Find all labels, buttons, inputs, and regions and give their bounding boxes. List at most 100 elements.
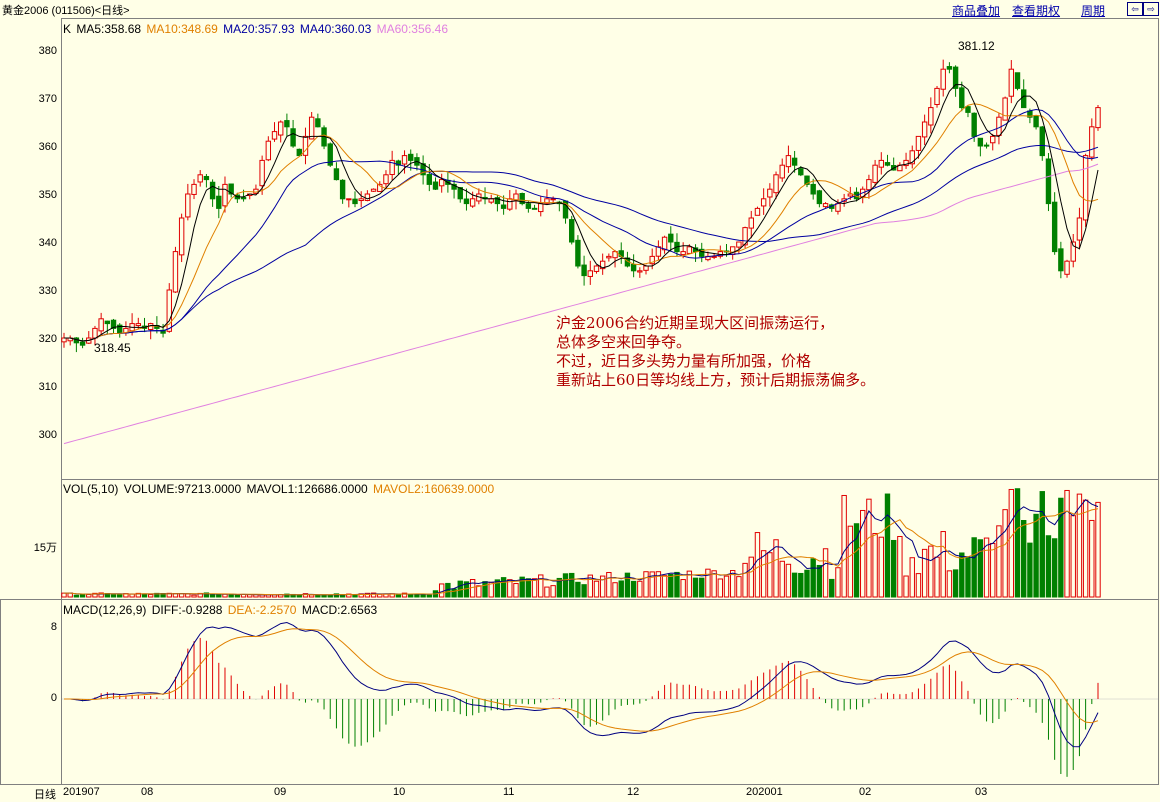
- candle-body: [271, 131, 278, 140]
- volume-bar: [550, 585, 556, 598]
- candle-body: [507, 198, 513, 210]
- legend-ma5: MA5:358.68: [76, 22, 142, 36]
- volume-bar: [791, 572, 798, 598]
- volume-bar: [952, 569, 959, 598]
- volume-bar: [798, 572, 804, 598]
- candle-body: [1008, 68, 1015, 97]
- volume-bar: [79, 594, 86, 598]
- kline-chart[interactable]: [0, 0, 1160, 800]
- volume-bar: [1027, 542, 1033, 598]
- candle-body: [370, 188, 377, 192]
- candle-body: [209, 181, 216, 200]
- volume-bar: [717, 578, 724, 598]
- volume-bar: [990, 542, 996, 598]
- candle-body: [469, 198, 476, 207]
- x-tick: 02: [859, 786, 872, 798]
- volume-bar: [742, 562, 748, 598]
- volume-bar: [222, 593, 228, 598]
- ma10-line: [64, 103, 1099, 342]
- volume-bar: [414, 594, 420, 598]
- legend-macd-name: MACD(12,26,9): [63, 603, 147, 617]
- candle-body: [606, 255, 612, 259]
- volume-bar: [705, 568, 711, 598]
- volume-bar: [779, 560, 785, 598]
- volume-bar: [959, 552, 965, 598]
- candle-body: [98, 318, 104, 332]
- volume-bar: [544, 586, 550, 598]
- volume-bar: [451, 588, 457, 598]
- candle-body: [408, 153, 414, 161]
- candle-body: [680, 251, 686, 256]
- volume-bar: [209, 594, 216, 598]
- volume-bar: [829, 578, 835, 598]
- volume-bar: [525, 578, 532, 598]
- candle-body: [222, 183, 228, 207]
- volume-bar: [692, 577, 699, 598]
- candle-body: [1058, 248, 1064, 272]
- volume-bar: [110, 594, 117, 598]
- candle-body: [346, 198, 352, 201]
- candle-body: [191, 183, 197, 195]
- volume-bar: [476, 585, 482, 598]
- volume-bar: [569, 572, 575, 598]
- candle-body: [1039, 126, 1045, 157]
- volume-bar: [878, 536, 884, 598]
- candle-body: [79, 341, 86, 346]
- candle-body: [1082, 155, 1089, 221]
- candle-body: [92, 327, 98, 339]
- candle-body: [352, 198, 358, 205]
- legend-vol: VOL(5,10): [63, 482, 119, 496]
- volume-bar: [1002, 509, 1008, 598]
- volume-bar: [191, 594, 197, 598]
- candle-body: [513, 193, 519, 201]
- ma40-line: [64, 144, 1099, 342]
- volume-bar: [1033, 513, 1039, 598]
- volume-bar: [457, 580, 463, 598]
- candle-body: [339, 179, 346, 200]
- volume-bar: [1051, 538, 1058, 598]
- candle-body: [866, 179, 872, 191]
- volume-bar: [835, 567, 841, 598]
- volume-bar: [928, 545, 934, 598]
- candle-body: [630, 263, 637, 272]
- volume-bar: [308, 594, 315, 598]
- candle-body: [785, 155, 792, 168]
- volume-bar: [637, 580, 643, 598]
- volume-bar: [661, 575, 668, 598]
- x-axis: 201907 08 09 10 11 12 202001 02 03: [61, 784, 1159, 800]
- x-tick: 12: [627, 786, 640, 798]
- volume-bar: [185, 593, 191, 598]
- volume-bar: [1014, 488, 1021, 598]
- candle-body: [946, 66, 953, 70]
- legend-macd: MACD:2.6563: [301, 603, 378, 617]
- volume-bar: [575, 581, 581, 598]
- candle-body: [531, 207, 538, 210]
- candle-body: [835, 203, 841, 212]
- volume-bar: [593, 580, 600, 598]
- volume-bar: [513, 583, 519, 598]
- x-tick: 03: [975, 786, 988, 798]
- candle-body: [816, 190, 823, 205]
- volume-bar: [426, 594, 433, 598]
- candle-body: [1076, 217, 1083, 241]
- macd-legend: MACD(12,26,9) DIFF:-0.9288 DEA:-2.2570 M…: [63, 603, 379, 617]
- annotation-line: 总体多空来回争夺。: [556, 333, 692, 351]
- candle-body: [971, 112, 977, 137]
- x-tick: 10: [393, 786, 406, 798]
- volume-bar: [1039, 491, 1045, 598]
- volume-bar: [234, 594, 241, 598]
- legend-ma20: MA20:357.93: [223, 22, 295, 36]
- candle-body: [358, 198, 364, 202]
- volume-bar: [352, 594, 358, 598]
- candle-body: [538, 203, 544, 213]
- candle-body: [488, 198, 494, 203]
- candle-body: [569, 219, 575, 243]
- volume-bar: [921, 548, 928, 598]
- x-tick: 202001: [746, 786, 783, 798]
- volume-bar: [890, 539, 897, 598]
- candle-body: [965, 106, 971, 113]
- candle-body: [990, 135, 996, 144]
- candle-body: [587, 270, 593, 277]
- volume-bar: [804, 569, 810, 598]
- volume-bar: [1045, 535, 1052, 598]
